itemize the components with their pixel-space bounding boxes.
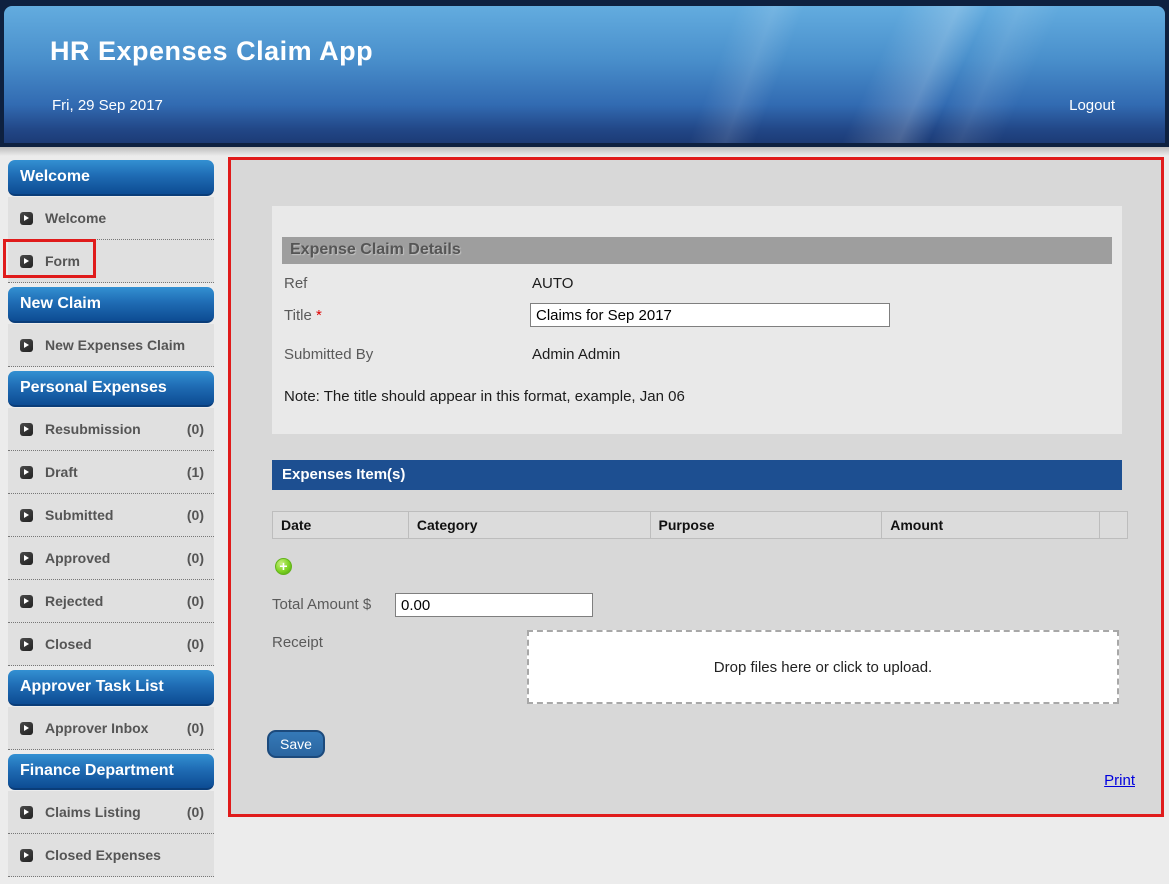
banner-streak-decoration xyxy=(692,6,1165,143)
sidebar-section-new-claim: New Claim xyxy=(8,287,214,323)
submitted-by-value: Admin Admin xyxy=(532,346,621,363)
column-header-purpose: Purpose xyxy=(649,511,883,539)
sidebar-item-closed-expenses[interactable]: Closed Expenses xyxy=(8,834,214,877)
logout-link[interactable]: Logout xyxy=(1069,97,1115,114)
title-format-note: Note: The title should appear in this fo… xyxy=(284,388,685,405)
arrow-bullet-icon xyxy=(20,422,33,436)
ref-value: AUTO xyxy=(532,275,574,292)
expense-claim-details-panel: Expense Claim Details Ref AUTO Title * S… xyxy=(272,206,1122,434)
banner-gradient: HR Expenses Claim App Fri, 29 Sep 2017 L… xyxy=(4,6,1165,143)
sidebar-section-welcome: Welcome xyxy=(8,160,214,196)
column-header-amount: Amount xyxy=(881,511,1100,539)
item-count-badge: (1) xyxy=(186,464,204,480)
title-input[interactable] xyxy=(530,303,890,327)
item-count-badge: (0) xyxy=(186,593,204,609)
banner-shadow xyxy=(0,147,1169,156)
total-amount-label: Total Amount $ xyxy=(272,596,372,613)
dropzone-text: Drop files here or click to upload. xyxy=(713,658,933,676)
sidebar-item-submitted[interactable]: Submitted (0) xyxy=(8,494,214,537)
item-count-badge: (0) xyxy=(186,804,204,820)
expenses-items-section-header: Expenses Item(s) xyxy=(272,460,1122,490)
print-link[interactable]: Print xyxy=(1104,772,1135,789)
receipt-upload-dropzone[interactable]: Drop files here or click to upload. xyxy=(527,630,1119,704)
arrow-bullet-icon xyxy=(20,508,33,522)
arrow-bullet-icon xyxy=(20,637,33,651)
arrow-bullet-icon xyxy=(20,211,33,225)
arrow-bullet-icon xyxy=(20,805,33,819)
sidebar-item-closed[interactable]: Closed (0) xyxy=(8,623,214,666)
arrow-bullet-icon xyxy=(20,721,33,735)
title-label: Title * xyxy=(284,307,322,324)
add-expense-item-icon[interactable]: + xyxy=(275,558,292,575)
total-amount-input[interactable] xyxy=(395,593,593,617)
arrow-bullet-icon xyxy=(20,551,33,565)
sidebar-section-approver-task-list: Approver Task List xyxy=(8,670,214,706)
ref-label: Ref xyxy=(284,275,308,292)
sidebar-section-finance-department: Finance Department xyxy=(8,754,214,790)
sidebar-nav: Welcome Welcome Form New Claim New Expen… xyxy=(3,156,214,877)
banner-streak-decoration xyxy=(561,6,909,143)
sidebar-item-new-expenses-claim[interactable]: New Expenses Claim xyxy=(8,324,214,367)
save-button[interactable]: Save xyxy=(267,730,325,758)
arrow-bullet-icon xyxy=(20,594,33,608)
sidebar-item-draft[interactable]: Draft (1) xyxy=(8,451,214,494)
sidebar-item-claims-listing[interactable]: Claims Listing (0) xyxy=(8,791,214,834)
details-section-header: Expense Claim Details xyxy=(282,237,1112,264)
column-header-category: Category xyxy=(407,511,651,539)
arrow-bullet-icon xyxy=(20,848,33,862)
arrow-bullet-icon xyxy=(20,338,33,352)
receipt-label: Receipt xyxy=(272,634,323,651)
item-count-badge: (0) xyxy=(186,720,204,736)
sidebar-section-personal-expenses: Personal Expenses xyxy=(8,371,214,407)
column-header-actions xyxy=(1098,511,1129,539)
item-count-badge: (0) xyxy=(186,507,204,523)
sidebar-item-approved[interactable]: Approved (0) xyxy=(8,537,214,580)
current-date: Fri, 29 Sep 2017 xyxy=(52,97,163,114)
sidebar-item-rejected[interactable]: Rejected (0) xyxy=(8,580,214,623)
sidebar-item-form[interactable]: Form xyxy=(3,239,214,283)
app-header-banner: HR Expenses Claim App Fri, 29 Sep 2017 L… xyxy=(0,0,1169,147)
column-header-date: Date xyxy=(272,511,409,539)
arrow-bullet-icon xyxy=(20,465,33,479)
item-count-badge: (0) xyxy=(186,550,204,566)
main-content-region: Expense Claim Details Ref AUTO Title * S… xyxy=(228,157,1164,817)
sidebar-item-resubmission[interactable]: Resubmission (0) xyxy=(8,408,214,451)
app-title: HR Expenses Claim App xyxy=(50,36,374,66)
item-count-badge: (0) xyxy=(186,421,204,437)
expense-items-table: Date Category Purpose Amount xyxy=(272,511,1129,539)
arrow-bullet-icon xyxy=(20,254,33,268)
submitted-by-label: Submitted By xyxy=(284,346,374,363)
item-count-badge: (0) xyxy=(186,636,204,652)
sidebar-item-welcome[interactable]: Welcome xyxy=(8,197,214,240)
sidebar-item-approver-inbox[interactable]: Approver Inbox (0) xyxy=(8,707,214,750)
hr-expenses-claim-app: HR Expenses Claim App Fri, 29 Sep 2017 L… xyxy=(0,0,1169,884)
table-header-row: Date Category Purpose Amount xyxy=(272,511,1129,539)
required-marker: * xyxy=(315,307,322,324)
